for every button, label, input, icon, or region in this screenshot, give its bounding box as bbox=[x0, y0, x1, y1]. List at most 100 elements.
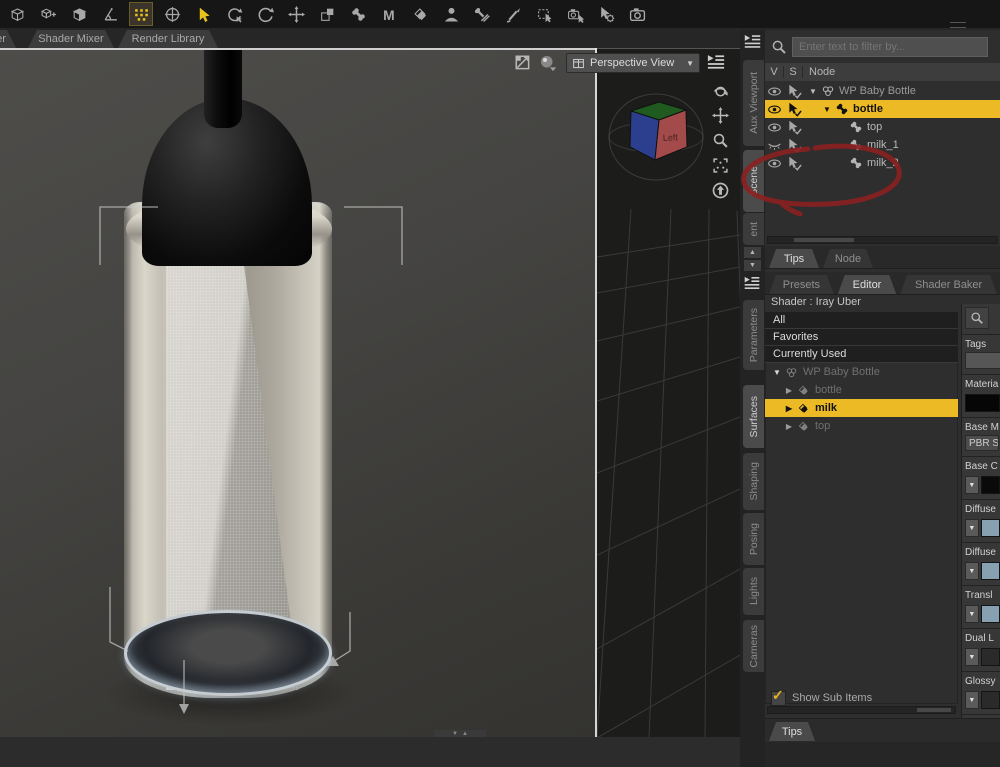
measure-tool-icon[interactable] bbox=[99, 3, 121, 25]
drawstyle-icon[interactable] bbox=[538, 53, 558, 73]
color-swatch-base-color[interactable] bbox=[980, 476, 1000, 494]
color-swatch-dual-lobe[interactable] bbox=[980, 648, 1000, 666]
surface-filter-currently-used[interactable]: Currently Used bbox=[765, 346, 958, 363]
new-node-tool-icon[interactable] bbox=[6, 3, 28, 25]
dropdown-button-dual-lobe[interactable]: ▼ bbox=[965, 648, 979, 666]
scene-filter-input[interactable] bbox=[792, 37, 988, 57]
dock-tab-parameters[interactable]: Parameters bbox=[743, 300, 764, 370]
dropdown-button-glossy-1[interactable]: ▼ bbox=[965, 691, 979, 709]
dock-pane-menu-icon[interactable] bbox=[743, 274, 763, 292]
tab-presets[interactable]: Presets bbox=[769, 275, 834, 294]
paint-brush-tool-icon[interactable] bbox=[502, 3, 524, 25]
pane-expand-down-button[interactable]: ▼ bbox=[744, 260, 761, 271]
keyframe-grid-tool-icon[interactable] bbox=[129, 2, 153, 26]
pan-camera-button[interactable] bbox=[704, 103, 736, 127]
surface-selection-tool-icon[interactable] bbox=[409, 3, 431, 25]
scale-tool-icon[interactable] bbox=[316, 3, 338, 25]
pointer-settings-tool-icon[interactable] bbox=[595, 3, 617, 25]
expand-icon[interactable]: ▶ bbox=[783, 422, 795, 431]
pane-expand-up-button[interactable]: ▲ bbox=[744, 247, 761, 258]
eye-visible-icon[interactable] bbox=[765, 84, 783, 99]
expand-icon[interactable]: ▼ bbox=[771, 368, 783, 377]
tab-node[interactable]: Node bbox=[823, 249, 873, 268]
aspect-frame-icon[interactable] bbox=[514, 54, 532, 72]
primitive-tool-icon[interactable] bbox=[68, 3, 90, 25]
scene-node-row-WP Baby Bottle[interactable]: ▼ WP Baby Bottle bbox=[765, 82, 1000, 100]
scene-column-node[interactable]: Node bbox=[803, 66, 835, 78]
dropdown-button-diffuse-1[interactable]: ▼ bbox=[965, 519, 979, 537]
render-camera-tool-icon[interactable] bbox=[626, 3, 648, 25]
scene-node-row-bottle[interactable]: ▼ bottle bbox=[765, 100, 1000, 118]
selectable-cursor-icon[interactable] bbox=[783, 156, 805, 171]
dock-pane-menu-icon[interactable] bbox=[743, 32, 763, 50]
dropdown-button-translucency[interactable]: ▼ bbox=[965, 605, 979, 623]
scene-column-v[interactable]: V bbox=[765, 66, 784, 78]
color-swatch-diffuse-2[interactable] bbox=[980, 562, 1000, 580]
property-button-base-mixing[interactable]: PBR S bbox=[965, 435, 999, 451]
universal-manipulator-tool-icon[interactable] bbox=[161, 3, 183, 25]
document-tab-render-library[interactable]: Render Library bbox=[118, 30, 218, 48]
dock-tab-posing[interactable]: Posing bbox=[743, 513, 764, 565]
expand-icon[interactable]: ▶ bbox=[783, 404, 795, 413]
translate-tool-icon[interactable] bbox=[285, 3, 307, 25]
surface-tree-row-top[interactable]: ▶ top bbox=[765, 417, 958, 435]
rotate-tool-icon[interactable] bbox=[254, 3, 276, 25]
expand-icon[interactable]: ▼ bbox=[821, 105, 833, 114]
surfaces-horizontal-scrollbar[interactable] bbox=[767, 706, 956, 714]
render-view[interactable] bbox=[0, 48, 597, 737]
figure-setup-tool-icon[interactable] bbox=[440, 3, 462, 25]
document-tab-shader-mixer[interactable]: Shader Mixer bbox=[28, 30, 114, 48]
dock-tab-surfaces[interactable]: Surfaces bbox=[743, 385, 764, 448]
selectable-cursor-icon[interactable] bbox=[783, 102, 805, 117]
zoom-camera-button[interactable] bbox=[704, 128, 736, 152]
joint-editor-tool-icon[interactable] bbox=[347, 3, 369, 25]
scene-column-header[interactable]: V S Node bbox=[765, 63, 1000, 81]
scene-column-s[interactable]: S bbox=[784, 66, 803, 78]
scene-node-row-milk_1[interactable]: milk_1 bbox=[765, 136, 1000, 154]
document-tab-er[interactable]: er bbox=[0, 30, 16, 48]
expand-icon[interactable]: ▶ bbox=[783, 386, 795, 395]
reset-camera-button[interactable] bbox=[704, 178, 736, 202]
frame-selection-button[interactable] bbox=[704, 153, 736, 177]
dock-tab-aux-viewport[interactable]: Aux Viewport bbox=[743, 60, 764, 146]
eye-visible-icon[interactable] bbox=[765, 120, 783, 135]
color-swatch-diffuse-1[interactable] bbox=[980, 519, 1000, 537]
orbit-camera-button[interactable] bbox=[704, 78, 736, 102]
dock-tab-ent[interactable]: ent bbox=[743, 213, 764, 245]
animate-tool-icon[interactable] bbox=[378, 3, 400, 25]
surface-tree-row-WP Baby Bottle[interactable]: ▼ WP Baby Bottle bbox=[765, 363, 958, 381]
geometry-editor-tool-icon[interactable] bbox=[533, 3, 555, 25]
dropdown-button-diffuse-2[interactable]: ▼ bbox=[965, 562, 979, 580]
view-selector-dropdown[interactable]: Perspective View ▼ bbox=[566, 53, 700, 73]
surface-filter-favorites[interactable]: Favorites bbox=[765, 329, 958, 346]
search-icon[interactable] bbox=[965, 307, 989, 329]
show-sub-items-checkbox[interactable]: ✓ bbox=[771, 687, 786, 706]
selectable-cursor-icon[interactable] bbox=[783, 120, 805, 135]
dropdown-button-base-color[interactable]: ▼ bbox=[965, 476, 979, 494]
scene-horizontal-scrollbar[interactable] bbox=[767, 236, 998, 244]
tab-tips-bottom[interactable]: Tips bbox=[769, 722, 815, 741]
property-field-tags[interactable] bbox=[965, 352, 1000, 369]
surface-tree-row-bottle[interactable]: ▶ bottle bbox=[765, 381, 958, 399]
rotate-cursor-tool-icon[interactable] bbox=[223, 3, 245, 25]
viewport-pane-menu-icon[interactable] bbox=[706, 52, 728, 72]
camera-cursor-tool-icon[interactable] bbox=[564, 3, 586, 25]
dock-tab-lights[interactable]: Lights bbox=[743, 568, 764, 615]
tab-tips[interactable]: Tips bbox=[769, 249, 819, 268]
color-swatch-glossy-1[interactable] bbox=[980, 691, 1000, 709]
scene-node-row-top[interactable]: top bbox=[765, 118, 1000, 136]
color-swatch-translucency[interactable] bbox=[980, 605, 1000, 623]
dock-tab-shaping[interactable]: Shaping bbox=[743, 453, 764, 510]
color-swatch-material[interactable] bbox=[965, 394, 1000, 412]
dock-tab-scene[interactable]: Scene bbox=[743, 150, 764, 212]
surface-filter-all[interactable]: All bbox=[765, 312, 958, 329]
eye-visible-icon[interactable] bbox=[765, 156, 783, 171]
clone-node-tool-icon[interactable] bbox=[37, 3, 59, 25]
selectable-cursor-icon[interactable] bbox=[783, 84, 805, 99]
pane-splitter-grip[interactable] bbox=[950, 22, 966, 28]
eye-hidden-icon[interactable] bbox=[765, 138, 783, 153]
node-selection-tool-icon[interactable] bbox=[192, 3, 214, 25]
expand-icon[interactable]: ▼ bbox=[807, 87, 819, 96]
dock-tab-cameras[interactable]: Cameras bbox=[743, 620, 764, 672]
tab-editor[interactable]: Editor bbox=[838, 275, 896, 294]
